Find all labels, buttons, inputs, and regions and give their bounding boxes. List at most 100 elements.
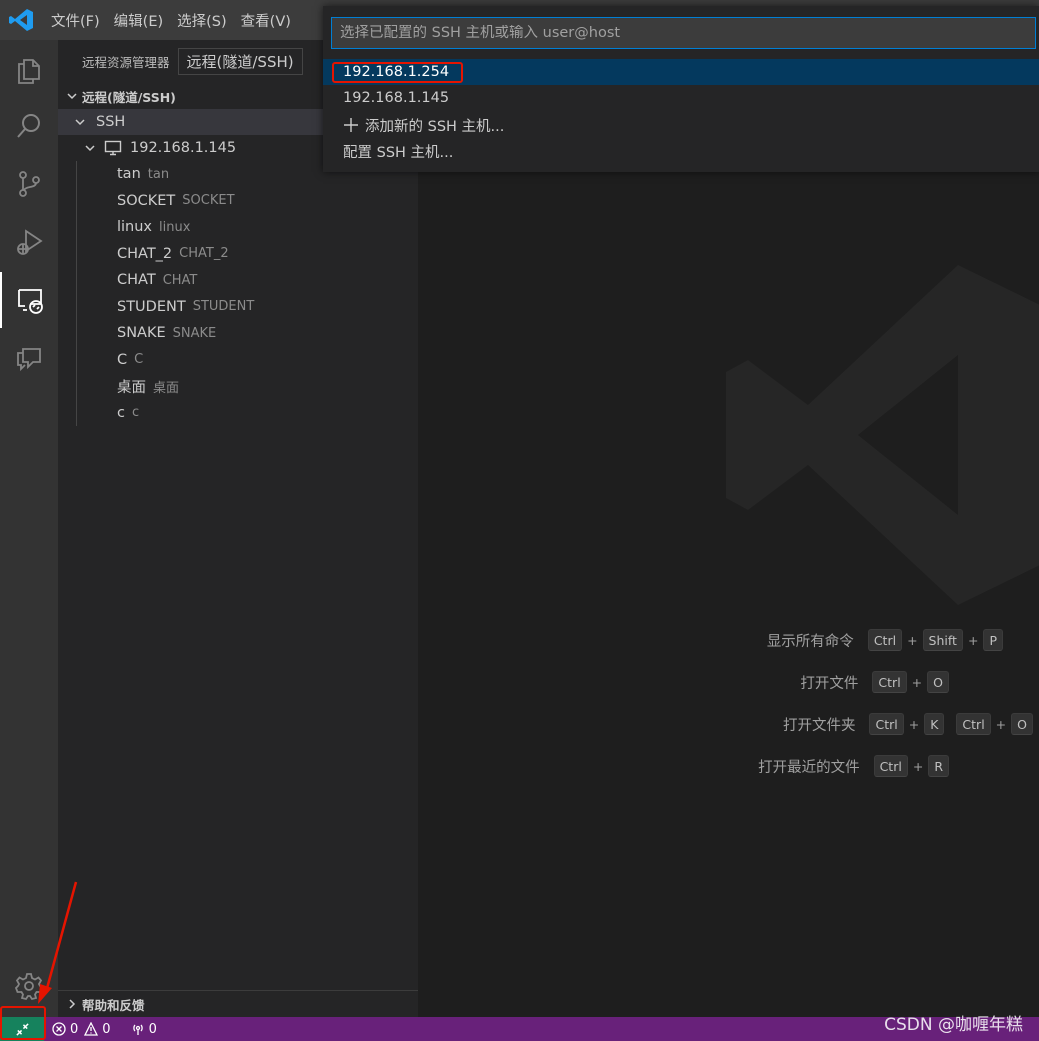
- keybinding-key: K: [924, 713, 945, 735]
- shortcut-row: 打开文件夹 Ctrl + K Ctrl + O: [783, 711, 1033, 737]
- tree-folder[interactable]: linux linux: [58, 214, 418, 240]
- search-button[interactable]: [0, 98, 58, 154]
- problems-indicator[interactable]: 0 0: [52, 1022, 111, 1037]
- quick-pick-item-label: 配置 SSH 主机...: [343, 144, 454, 161]
- key-plus: +: [911, 674, 923, 690]
- explorer-button[interactable]: [0, 42, 58, 98]
- tree-folder-description: CHAT: [162, 272, 198, 288]
- chat-button[interactable]: [0, 330, 58, 386]
- tree-host-label: 192.168.1.145: [130, 140, 237, 156]
- tree-folder[interactable]: STUDENT STUDENT: [58, 294, 418, 320]
- tree-folder[interactable]: SNAKE SNAKE: [58, 320, 418, 346]
- remote-explorer-button[interactable]: [0, 272, 58, 328]
- menu-selection[interactable]: 选择(S): [170, 10, 234, 31]
- tree-folder[interactable]: 桌面 桌面: [58, 373, 418, 399]
- key-plus: +: [995, 716, 1007, 732]
- tree-folder-name: STUDENT: [117, 298, 186, 315]
- tree-group-ssh-label: SSH: [96, 114, 126, 130]
- tree-folder-name: tan: [117, 166, 141, 182]
- tree-folder-name: SOCKET: [117, 192, 176, 209]
- keybinding-key: Ctrl: [867, 629, 903, 651]
- quick-pick-item-label: 添加新的 SSH 主机...: [365, 118, 505, 135]
- tree-folder-name: CHAT: [117, 272, 156, 288]
- vscode-watermark-icon: [726, 265, 1039, 605]
- quick-pick-input-box: [331, 17, 1036, 49]
- shortcut-row: 打开最近的文件 Ctrl + R: [758, 753, 949, 779]
- shortcut-row: 显示所有命令 Ctrl + Shift + P: [767, 627, 1003, 653]
- section-help-feedback-label: 帮助和反馈: [82, 997, 145, 1013]
- chevron-down-icon: [85, 145, 95, 152]
- tree-folder[interactable]: CC: [58, 347, 418, 373]
- tree-folder-description: linux: [159, 219, 191, 235]
- key-plus: +: [907, 632, 918, 648]
- error-icon: [52, 1022, 66, 1036]
- shortcut-label: 打开文件夹: [782, 717, 856, 734]
- vscode-logo-icon: [9, 9, 33, 31]
- monitor-icon: [104, 140, 122, 156]
- chevron-down-icon: [75, 119, 85, 126]
- menu-bar: 文件(F) 编辑(E) 选择(S) 查看(V): [44, 0, 298, 40]
- keybinding-key: R: [928, 755, 949, 777]
- tree-folder-description: tan: [147, 166, 170, 182]
- keybinding-key: O: [1011, 713, 1033, 735]
- tree-folder-description: c: [131, 405, 140, 420]
- chat-icon: [17, 348, 41, 372]
- plus-icon: [344, 118, 358, 132]
- tree-folder[interactable]: cc: [58, 400, 418, 426]
- csdn-watermark: CSDN @咖喱年糕: [884, 1015, 1023, 1035]
- tree-folder-name: 桌面: [117, 379, 146, 396]
- ports-count: 0: [148, 1021, 157, 1037]
- files-icon: [18, 59, 40, 84]
- shortcut-label: 打开文件: [800, 675, 859, 692]
- key-plus: +: [908, 716, 920, 732]
- menu-edit[interactable]: 编辑(E): [107, 10, 170, 31]
- remote-explorer-icon: [18, 289, 43, 314]
- run-debug-button[interactable]: [0, 214, 58, 270]
- tree-folder-description: SNAKE: [172, 325, 217, 341]
- chevron-down-icon: [67, 93, 77, 100]
- warning-count: 0: [102, 1021, 111, 1037]
- ports-indicator[interactable]: 0: [131, 1022, 157, 1037]
- quick-pick-input[interactable]: [340, 25, 1035, 41]
- tree-folder[interactable]: SOCKET SOCKET: [58, 188, 418, 214]
- tree-folder-description: SOCKET: [182, 193, 235, 208]
- tree-folder-name: CHAT_2: [117, 245, 173, 262]
- tree-folder-description: 桌面: [153, 380, 180, 396]
- tree-folder-description: STUDENT: [192, 299, 255, 314]
- keybinding-key: Ctrl: [872, 671, 907, 693]
- highlight-box-remote-button: [0, 1006, 46, 1040]
- tree-folder-name: SNAKE: [117, 325, 166, 341]
- red-arrow-annotation: [38, 881, 78, 1004]
- keybinding-key: Ctrl: [873, 755, 908, 777]
- broadcast-icon: [132, 1024, 143, 1035]
- run-debug-icon: [17, 229, 43, 255]
- tree-folder[interactable]: CHAT_2 CHAT_2: [58, 241, 418, 267]
- quick-pick-item-add-host[interactable]: 添加新的 SSH 主机...: [323, 112, 1039, 138]
- highlight-box-host: [332, 62, 463, 83]
- keybinding-key: P: [983, 629, 1003, 651]
- key-plus: +: [967, 632, 979, 648]
- quick-pick-item-label: 192.168.1.145: [343, 90, 450, 106]
- source-control-icon: [19, 171, 40, 197]
- menu-view[interactable]: 查看(V): [234, 10, 298, 31]
- menu-file[interactable]: 文件(F): [44, 10, 107, 31]
- keybinding-key: Shift: [922, 629, 963, 651]
- keybinding-key: Ctrl: [869, 713, 904, 735]
- section-help-feedback[interactable]: 帮助和反馈: [58, 990, 418, 1017]
- shortcut-label: 打开最近的文件: [758, 759, 860, 776]
- shortcut-row: 打开文件 Ctrl + O: [800, 669, 949, 695]
- tree-folder[interactable]: CHAT CHAT: [58, 267, 418, 293]
- tree-folder-name: c: [117, 404, 125, 421]
- remote-explorer-sidebar: 远程资源管理器 远程(隧道/SSH) 远程(隧道/SSH) SSH 192.16…: [58, 40, 418, 1017]
- key-plus: +: [912, 758, 924, 774]
- tree-folder-name: C: [117, 351, 128, 368]
- warning-icon: [84, 1022, 99, 1036]
- keybinding-key: Ctrl: [956, 713, 991, 735]
- quick-pick-item-configure[interactable]: 配置 SSH 主机...: [323, 138, 1039, 164]
- tree-folder-description: CHAT_2: [179, 246, 229, 261]
- error-count: 0: [70, 1021, 79, 1037]
- source-control-button[interactable]: [0, 156, 58, 212]
- search-icon: [17, 114, 40, 138]
- remote-type-dropdown[interactable]: 远程(隧道/SSH): [177, 47, 303, 75]
- quick-pick-item-host-145[interactable]: 192.168.1.145: [323, 85, 1039, 111]
